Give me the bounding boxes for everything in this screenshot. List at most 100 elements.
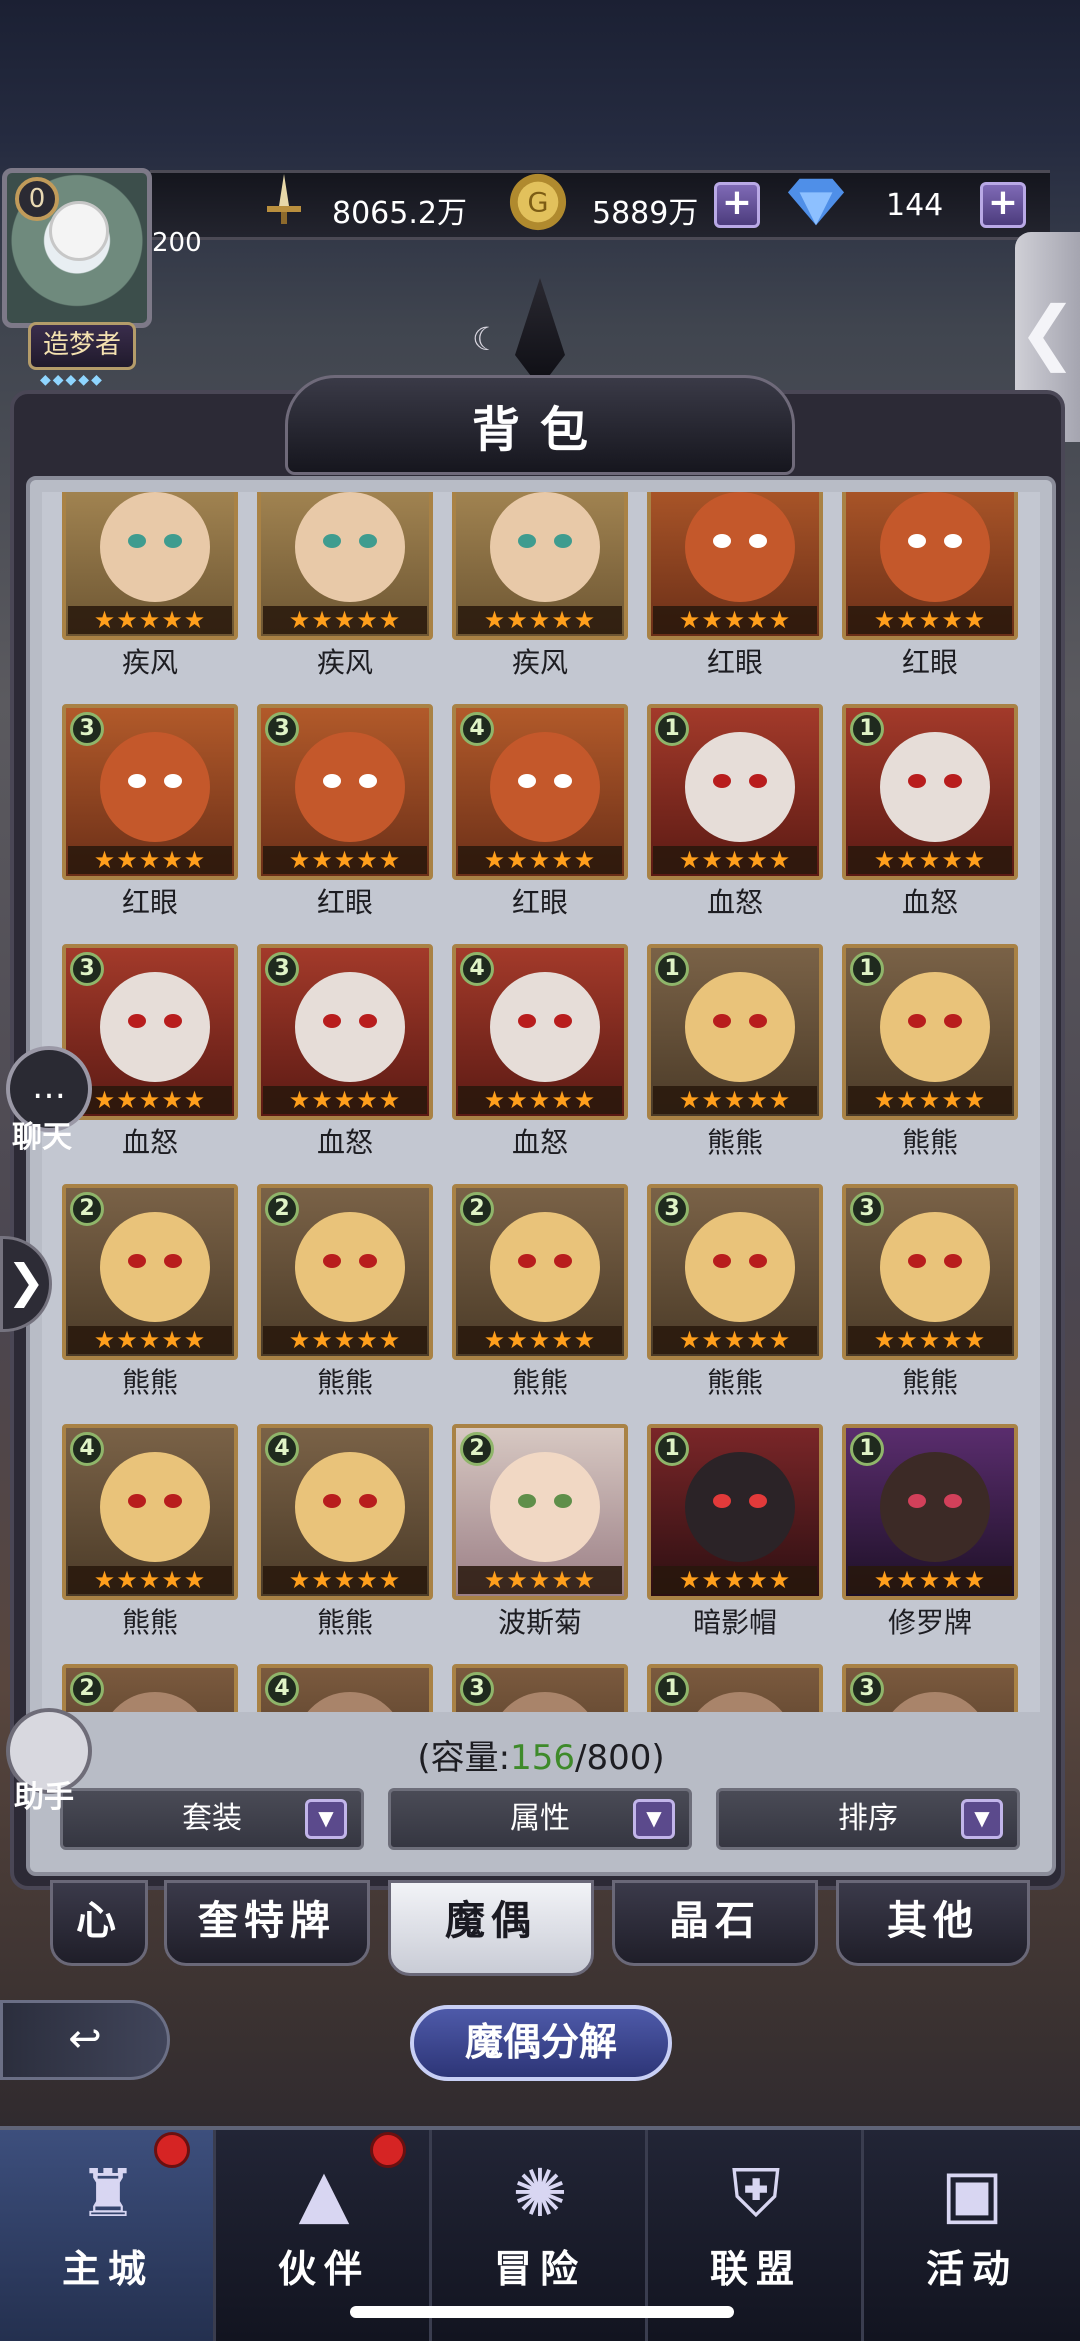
item-name: 熊熊 xyxy=(316,1366,373,1399)
item-portrait xyxy=(685,1692,795,1712)
item-level-badge: 3 xyxy=(460,1672,494,1706)
item-portrait xyxy=(295,732,405,842)
item-star-rating: ★★★★★ xyxy=(68,1566,232,1594)
portrait-eye xyxy=(713,1014,731,1028)
inventory-item[interactable]: ★★★★★ 红眼 xyxy=(647,492,823,679)
inventory-item[interactable]: 1 ★★★★★ 修罗牌 xyxy=(842,1424,1018,1639)
inventory-item[interactable]: 3 xyxy=(452,1664,628,1712)
portrait-eye xyxy=(164,1014,182,1028)
portrait-eye xyxy=(944,1254,962,1268)
tab-quest-cards[interactable]: 奎特牌 xyxy=(164,1880,370,1966)
portrait-eye xyxy=(944,534,962,548)
capacity-total: 800 xyxy=(586,1738,652,1778)
inventory-item[interactable]: 4 xyxy=(257,1664,433,1712)
capacity-suffix: ) xyxy=(651,1738,665,1778)
item-level-badge: 1 xyxy=(655,952,689,986)
filter-set-button[interactable]: 套装 ▼ xyxy=(60,1788,364,1850)
chevron-down-icon: ▼ xyxy=(633,1799,675,1839)
item-name: 红眼 xyxy=(901,646,958,679)
sort-button[interactable]: 排序 ▼ xyxy=(716,1788,1020,1850)
notification-badge xyxy=(370,2132,406,2168)
item-level-badge: 3 xyxy=(265,952,299,986)
item-portrait xyxy=(685,492,795,602)
shield-icon: ⛨ xyxy=(731,2155,781,2232)
item-card: 2 ★★★★★ xyxy=(257,1184,433,1360)
svg-text:G: G xyxy=(528,188,549,219)
item-card: 2 ★★★★★ xyxy=(452,1184,628,1360)
portrait-eye xyxy=(554,1254,572,1268)
witch-hat-icon: ▲ xyxy=(298,2155,350,2232)
tab-heart[interactable]: 心 xyxy=(50,1880,148,1966)
item-portrait xyxy=(295,1212,405,1322)
inventory-item[interactable]: 1 xyxy=(647,1664,823,1712)
item-portrait xyxy=(295,492,405,602)
item-star-rating: ★★★★★ xyxy=(848,846,1012,874)
inventory-item[interactable]: 1 ★★★★★ 熊熊 xyxy=(647,944,823,1159)
item-level-badge: 3 xyxy=(265,712,299,746)
home-indicator[interactable] xyxy=(350,2306,734,2318)
inventory-item[interactable]: 4 ★★★★★ 熊熊 xyxy=(257,1424,433,1639)
item-level-badge: 1 xyxy=(850,1432,884,1466)
item-card: ★★★★★ xyxy=(62,492,238,640)
capacity-prefix: (容量: xyxy=(417,1738,511,1778)
decompose-button[interactable]: 魔偶分解 xyxy=(410,2005,672,2081)
filter-attr-button[interactable]: 属性 ▼ xyxy=(388,1788,692,1850)
inventory-item[interactable]: ★★★★★ 疾风 xyxy=(452,492,628,679)
portrait-eye xyxy=(323,534,341,548)
item-portrait xyxy=(100,1452,210,1562)
inventory-item[interactable]: 3 ★★★★★ 红眼 xyxy=(257,704,433,919)
item-card: 3 ★★★★★ xyxy=(647,1184,823,1360)
portrait-eye xyxy=(908,774,926,788)
item-card: 3 ★★★★★ xyxy=(257,704,433,880)
tab-crystals[interactable]: 晶石 xyxy=(612,1880,818,1966)
inventory-item[interactable]: 3 xyxy=(842,1664,1018,1712)
item-card: 3 xyxy=(452,1664,628,1712)
portrait-eye xyxy=(164,534,182,548)
nav-events[interactable]: ▣ 活动 xyxy=(864,2130,1080,2341)
item-star-rating: ★★★★★ xyxy=(263,1566,427,1594)
portrait-eye xyxy=(128,1014,146,1028)
inventory-item[interactable]: 1 ★★★★★ 血怒 xyxy=(842,704,1018,919)
inventory-item[interactable]: ★★★★★ 疾风 xyxy=(62,492,238,679)
inventory-item[interactable]: 4 ★★★★★ 熊熊 xyxy=(62,1424,238,1639)
inventory-item[interactable]: 3 ★★★★★ 熊熊 xyxy=(842,1184,1018,1399)
item-star-rating: ★★★★★ xyxy=(68,846,232,874)
item-portrait xyxy=(100,1692,210,1712)
inventory-item[interactable]: ★★★★★ 红眼 xyxy=(842,492,1018,679)
inventory-item[interactable]: 2 ★★★★★ 熊熊 xyxy=(452,1184,628,1399)
inventory-item[interactable]: 4 ★★★★★ 血怒 xyxy=(452,944,628,1159)
item-level-badge: 1 xyxy=(655,712,689,746)
inventory-item[interactable]: 1 ★★★★★ 血怒 xyxy=(647,704,823,919)
portrait-eye xyxy=(554,1494,572,1508)
item-star-rating: ★★★★★ xyxy=(68,606,232,634)
portrait-eye xyxy=(749,774,767,788)
inventory-item[interactable]: 2 ★★★★★ 波斯菊 xyxy=(452,1424,628,1639)
add-diamond-button[interactable]: + xyxy=(980,182,1026,228)
inventory-item[interactable]: 2 xyxy=(62,1664,238,1712)
item-level-badge: 1 xyxy=(850,952,884,986)
item-grid[interactable]: ★★★★★ 疾风 ★★★★★ 疾风 ★★★★★ 疾风 ★★★★★ 红眼 ★★★★★ 红眼 3 ★★★★… xyxy=(42,492,1040,1712)
item-level-badge: 2 xyxy=(70,1192,104,1226)
moon-icon: ☾ xyxy=(472,320,501,358)
inventory-item[interactable]: 2 ★★★★★ 熊熊 xyxy=(62,1184,238,1399)
inventory-item[interactable]: 3 ★★★★★ 红眼 xyxy=(62,704,238,919)
tab-puppets[interactable]: 魔偶 xyxy=(388,1880,594,1976)
item-star-rating: ★★★★★ xyxy=(848,606,1012,634)
tab-others[interactable]: 其他 xyxy=(836,1880,1030,1966)
inventory-item[interactable]: 2 ★★★★★ 熊熊 xyxy=(257,1184,433,1399)
back-button[interactable]: ↩ xyxy=(0,2000,170,2080)
inventory-item[interactable]: 1 ★★★★★ 暗影帽 xyxy=(647,1424,823,1639)
player-avatar[interactable]: 0 xyxy=(2,168,152,328)
inventory-item[interactable]: 3 ★★★★★ 血怒 xyxy=(62,944,238,1159)
inventory-item[interactable]: 3 ★★★★★ 血怒 xyxy=(257,944,433,1159)
inventory-item[interactable]: 3 ★★★★★ 熊熊 xyxy=(647,1184,823,1399)
add-gold-button[interactable]: + xyxy=(714,182,760,228)
player-title-badge[interactable]: 造梦者 xyxy=(28,322,136,370)
item-star-rating: ★★★★★ xyxy=(653,1326,817,1354)
inventory-item[interactable]: 1 ★★★★★ 熊熊 xyxy=(842,944,1018,1159)
inventory-item[interactable]: 4 ★★★★★ 红眼 xyxy=(452,704,628,919)
top-status-bar: 0 200 造梦者 ◆◆◆◆◆ 8065.2万 G 5889万 + 144 + … xyxy=(0,0,1080,442)
item-name: 红眼 xyxy=(316,886,373,919)
item-star-rating: ★★★★★ xyxy=(263,1086,427,1114)
inventory-item[interactable]: ★★★★★ 疾风 xyxy=(257,492,433,679)
